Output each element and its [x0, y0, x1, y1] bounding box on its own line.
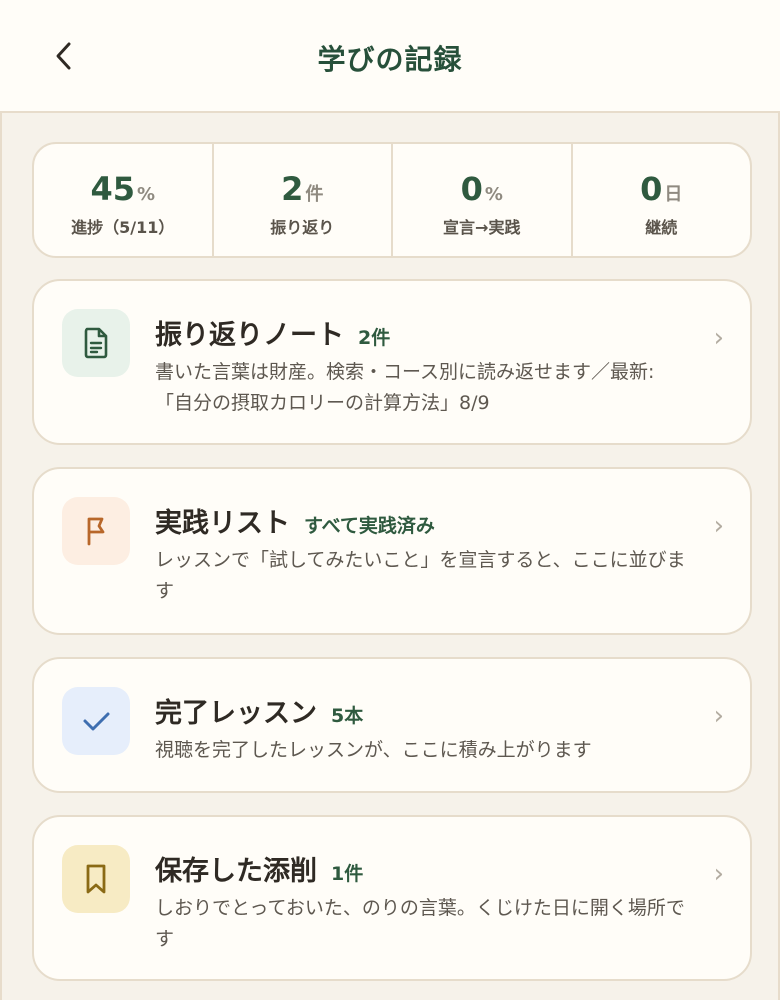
card-title: 振り返りノート: [155, 320, 344, 351]
card-badge: すべて実践済み: [304, 515, 435, 537]
stat-value: 2: [281, 170, 304, 208]
stat-value: 45: [90, 170, 135, 208]
chevron-right-icon: ›: [713, 323, 724, 353]
card-icon-box: [62, 845, 130, 913]
stat-declaration-practice: 0 % 宣言→実践: [393, 144, 573, 256]
document-icon: [84, 327, 108, 359]
stat-value: 0: [640, 170, 663, 208]
card-description: 書いた言葉は財産。検索・コース別に読み返せます／最新: 「自分の摂取カロリーの計…: [155, 361, 655, 414]
chevron-right-icon: ›: [713, 701, 724, 731]
card-title: 実践リスト: [155, 508, 290, 539]
app-header: 学びの記録: [0, 0, 780, 113]
stat-label: 進捗（5/11）: [71, 218, 175, 237]
stat-label: 宣言→実践: [443, 218, 521, 237]
stat-label: 継続: [645, 218, 678, 237]
card-description: レッスンで「試してみたいこと」を宣言すると、ここに並びます: [155, 549, 686, 602]
card-title: 保存した添削: [155, 856, 317, 887]
card-icon-box: [62, 309, 130, 377]
card-title: 完了レッスン: [155, 698, 317, 729]
card-icon-box: [62, 687, 130, 755]
flag-icon: [87, 517, 105, 546]
main-content: 45 % 進捗（5/11） 2 件 振り返り 0 % 宣言→実践 0 日 継続: [0, 113, 780, 1000]
stat-unit: %: [136, 184, 156, 205]
card-description: 視聴を完了したレッスンが、ここに積み上がります: [155, 739, 592, 761]
stat-unit: 日: [664, 184, 683, 205]
card-badge: 5本: [331, 705, 364, 727]
practice-list-card[interactable]: 実践リスト すべて実践済み レッスンで「試してみたいこと」を宣言すると、ここに並…: [32, 467, 752, 635]
card-badge: 1件: [331, 863, 364, 885]
stat-unit: %: [484, 184, 503, 205]
page-title: 学びの記録: [317, 43, 463, 76]
chevron-right-icon: ›: [713, 511, 724, 541]
stat-streak: 0 日 継続: [573, 144, 751, 256]
stat-label: 振り返り: [270, 218, 335, 237]
stat-reflections: 2 件 振り返り: [214, 144, 393, 256]
card-badge: 2件: [358, 327, 391, 349]
stat-progress: 45 % 進捗（5/11）: [34, 144, 214, 256]
stat-value: 0: [460, 170, 483, 208]
check-icon: [83, 712, 110, 731]
completed-lessons-card[interactable]: 完了レッスン 5本 視聴を完了したレッスンが、ここに積み上がります ›: [32, 657, 752, 793]
stats-panel: 45 % 進捗（5/11） 2 件 振り返り 0 % 宣言→実践 0 日 継続: [32, 142, 752, 258]
card-icon-box: [62, 497, 130, 565]
reflection-notes-card[interactable]: 振り返りノート 2件 書いた言葉は財産。検索・コース別に読み返せます／最新: 「…: [32, 279, 752, 445]
saved-corrections-card[interactable]: 保存した添削 1件 しおりでとっておいた、のりの言葉。くじけた日に開く場所です …: [32, 815, 752, 981]
card-description: しおりでとっておいた、のりの言葉。くじけた日に開く場所です: [155, 897, 685, 950]
bookmark-icon: [86, 864, 106, 894]
chevron-right-icon: ›: [713, 859, 724, 889]
stat-unit: 件: [305, 184, 324, 205]
